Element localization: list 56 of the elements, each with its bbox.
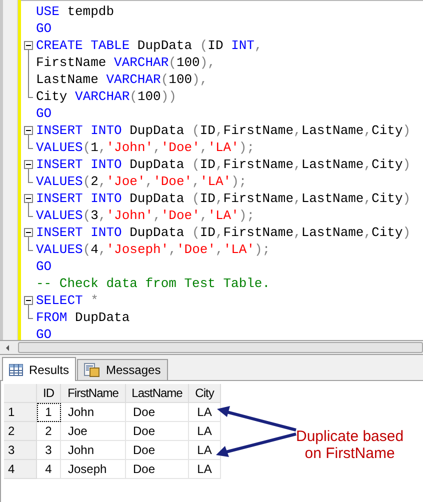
code-line: INSERT INTO DupData (ID,FirstName,LastName,City) xyxy=(36,156,411,173)
table-cell: Joe xyxy=(61,422,126,441)
code-line: INSERT INTO DupData (ID,FirstName,LastName,City) xyxy=(36,122,411,139)
row-header[interactable]: 4 xyxy=(4,460,37,479)
table-cell: LA xyxy=(189,422,221,441)
scroll-thumb[interactable] xyxy=(18,342,423,353)
horizontal-scrollbar[interactable] xyxy=(0,340,423,355)
code-line: LastName VARCHAR(100), xyxy=(36,71,208,88)
code-line: INSERT INTO DupData (ID,FirstName,LastName,City) xyxy=(36,224,411,241)
fold-end-icon xyxy=(28,241,33,251)
corner-header xyxy=(4,384,37,403)
table-cell: 3 xyxy=(37,441,61,460)
table-cell: Doe xyxy=(126,403,189,422)
code-line: VALUES(3,'John','Doe','LA'); xyxy=(36,207,255,224)
fold-end-icon xyxy=(28,309,33,319)
annotation-text: Duplicate based on FirstName xyxy=(296,428,404,462)
table-cell: 1 xyxy=(37,403,61,422)
code-line: GO xyxy=(36,258,52,275)
code-line: City VARCHAR(100)) xyxy=(36,88,176,105)
code-line: CREATE TABLE DupData (ID INT, xyxy=(36,37,262,54)
code-line: VALUES(4,'Joseph','Doe','LA'); xyxy=(36,241,270,258)
tab[interactable]: Results xyxy=(2,357,76,381)
table-cell: 2 xyxy=(37,422,61,441)
document-icon xyxy=(84,363,100,377)
table-cell: Doe xyxy=(126,441,189,460)
table-cell: John xyxy=(61,441,126,460)
column-header[interactable]: LastName xyxy=(126,384,189,403)
code-line: GO xyxy=(36,105,52,122)
code-line: GO xyxy=(36,326,52,343)
column-header[interactable]: City xyxy=(189,384,221,403)
fold-end-icon xyxy=(28,139,33,149)
code-line: VALUES(2,'Joe','Doe','LA'); xyxy=(36,173,247,190)
table-cell: John xyxy=(61,403,126,422)
column-header[interactable]: ID xyxy=(37,384,61,403)
tab[interactable]: Messages xyxy=(77,359,168,380)
code-line: SELECT * xyxy=(36,292,98,309)
fold-end-icon xyxy=(28,173,33,183)
code-line: USE tempdb xyxy=(36,3,114,20)
column-header[interactable]: FirstName xyxy=(61,384,126,403)
code-line: GO xyxy=(36,20,52,37)
code-line: -- Check data from Test Table. xyxy=(36,275,270,292)
code-line: FirstName VARCHAR(100), xyxy=(36,54,216,71)
table-cell: Doe xyxy=(126,422,189,441)
code-line: FROM DupData xyxy=(36,309,130,326)
table-cell: Doe xyxy=(126,460,189,479)
row-header[interactable]: 1 xyxy=(4,403,37,422)
code-line: INSERT INTO DupData (ID,FirstName,LastName,City) xyxy=(36,190,411,207)
row-header[interactable]: 3 xyxy=(4,441,37,460)
fold-end-icon xyxy=(28,88,33,98)
grid-icon xyxy=(9,364,23,376)
row-header[interactable]: 2 xyxy=(4,422,37,441)
code-line: VALUES(1,'John','Doe','LA'); xyxy=(36,139,255,156)
table-cell: LA xyxy=(189,460,221,479)
table-cell: 4 xyxy=(37,460,61,479)
table-cell: Joseph xyxy=(61,460,126,479)
fold-end-icon xyxy=(28,207,33,217)
